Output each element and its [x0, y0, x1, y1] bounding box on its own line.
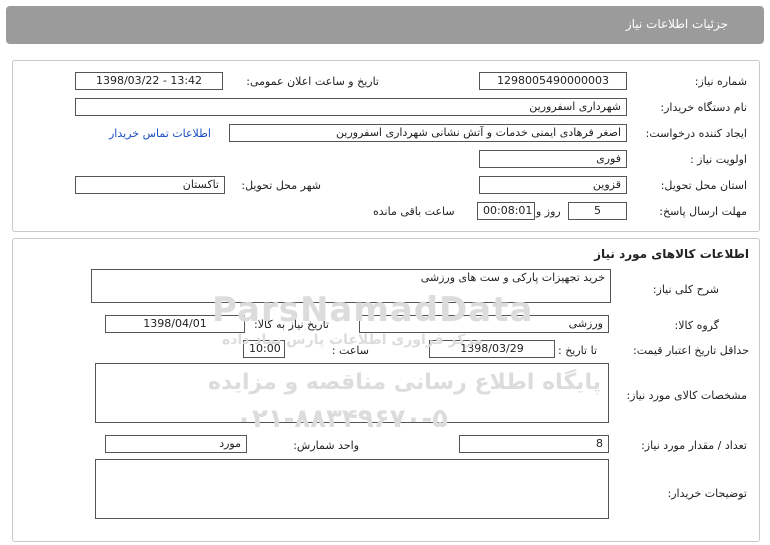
page-header: جزئیات اطلاعات نیاز — [6, 6, 764, 44]
days-text: روز و — [536, 205, 561, 218]
goods-section-title: اطلاعات کالاهای مورد نیاز — [594, 247, 749, 261]
group-field[interactable]: ورزشی — [359, 315, 609, 333]
validity-label: حداقل تاریخ اعتبار قیمت: — [633, 344, 749, 357]
deadline-label: مهلت ارسال پاسخ: — [659, 205, 747, 218]
qty-field[interactable]: 8 — [459, 435, 609, 453]
need-date-label: تاریخ نیاز به کالا: — [254, 318, 329, 331]
desc-field[interactable]: خرید تجهیزات پارکی و ست های ورزشی — [91, 269, 611, 303]
announce-label: تاریخ و ساعت اعلان عمومی: — [246, 75, 379, 88]
unit-field[interactable]: مورد — [105, 435, 247, 453]
until-date-field[interactable]: 1398/03/29 — [429, 340, 555, 358]
need-number-label: شماره نیاز: — [694, 75, 747, 88]
city-label: شهر محل تحویل: — [241, 179, 321, 192]
announce-field[interactable]: 1398/03/22 - 13:42 — [75, 72, 223, 90]
creator-field[interactable]: اصغر فرهادی ایمنی خدمات و آتش نشانی شهرد… — [229, 124, 627, 142]
days-field[interactable]: 5 — [568, 202, 627, 220]
page-title: جزئیات اطلاعات نیاز — [625, 17, 728, 31]
priority-label: اولویت نیاز : — [689, 153, 747, 166]
buyer-field[interactable]: شهرداری اسفرورین — [75, 98, 627, 116]
priority-field[interactable]: فوری — [479, 150, 627, 168]
need-number-field[interactable]: 1298005490000003 — [479, 72, 627, 90]
remaining-text: ساعت باقی مانده — [373, 205, 455, 218]
desc-label: شرح کلی نیاز: — [652, 283, 719, 296]
time-field[interactable]: 00:08:01 — [477, 202, 535, 220]
goods-panel: اطلاعات کالاهای مورد نیاز شرح کلی نیاز: … — [12, 238, 760, 542]
buyer-notes-label: توضیحات خریدار: — [667, 487, 748, 500]
need-info-panel: شماره نیاز: 1298005490000003 تاریخ و ساع… — [12, 60, 760, 232]
until-date-label: تا تاریخ : — [558, 344, 597, 357]
hour-field[interactable]: 10:00 — [243, 340, 285, 358]
province-field[interactable]: قزوین — [479, 176, 627, 194]
contact-buyer-link[interactable]: اطلاعات تماس خریدار — [109, 127, 211, 140]
specs-field[interactable] — [95, 363, 609, 423]
province-label: استان محل تحویل: — [660, 179, 747, 192]
creator-label: ایجاد کننده درخواست: — [645, 127, 747, 140]
buyer-notes-field[interactable] — [95, 459, 609, 519]
unit-label: واحد شمارش: — [293, 439, 359, 452]
group-label: گروه کالا: — [674, 319, 719, 332]
hour-label: ساعت : — [331, 344, 369, 357]
buyer-label: نام دستگاه خریدار: — [660, 101, 747, 114]
city-field[interactable]: تاکستان — [75, 176, 225, 194]
specs-label: مشخصات کالای مورد نیاز: — [626, 389, 747, 402]
need-date-field[interactable]: 1398/04/01 — [105, 315, 245, 333]
qty-label: تعداد / مقدار مورد نیاز: — [641, 439, 747, 452]
